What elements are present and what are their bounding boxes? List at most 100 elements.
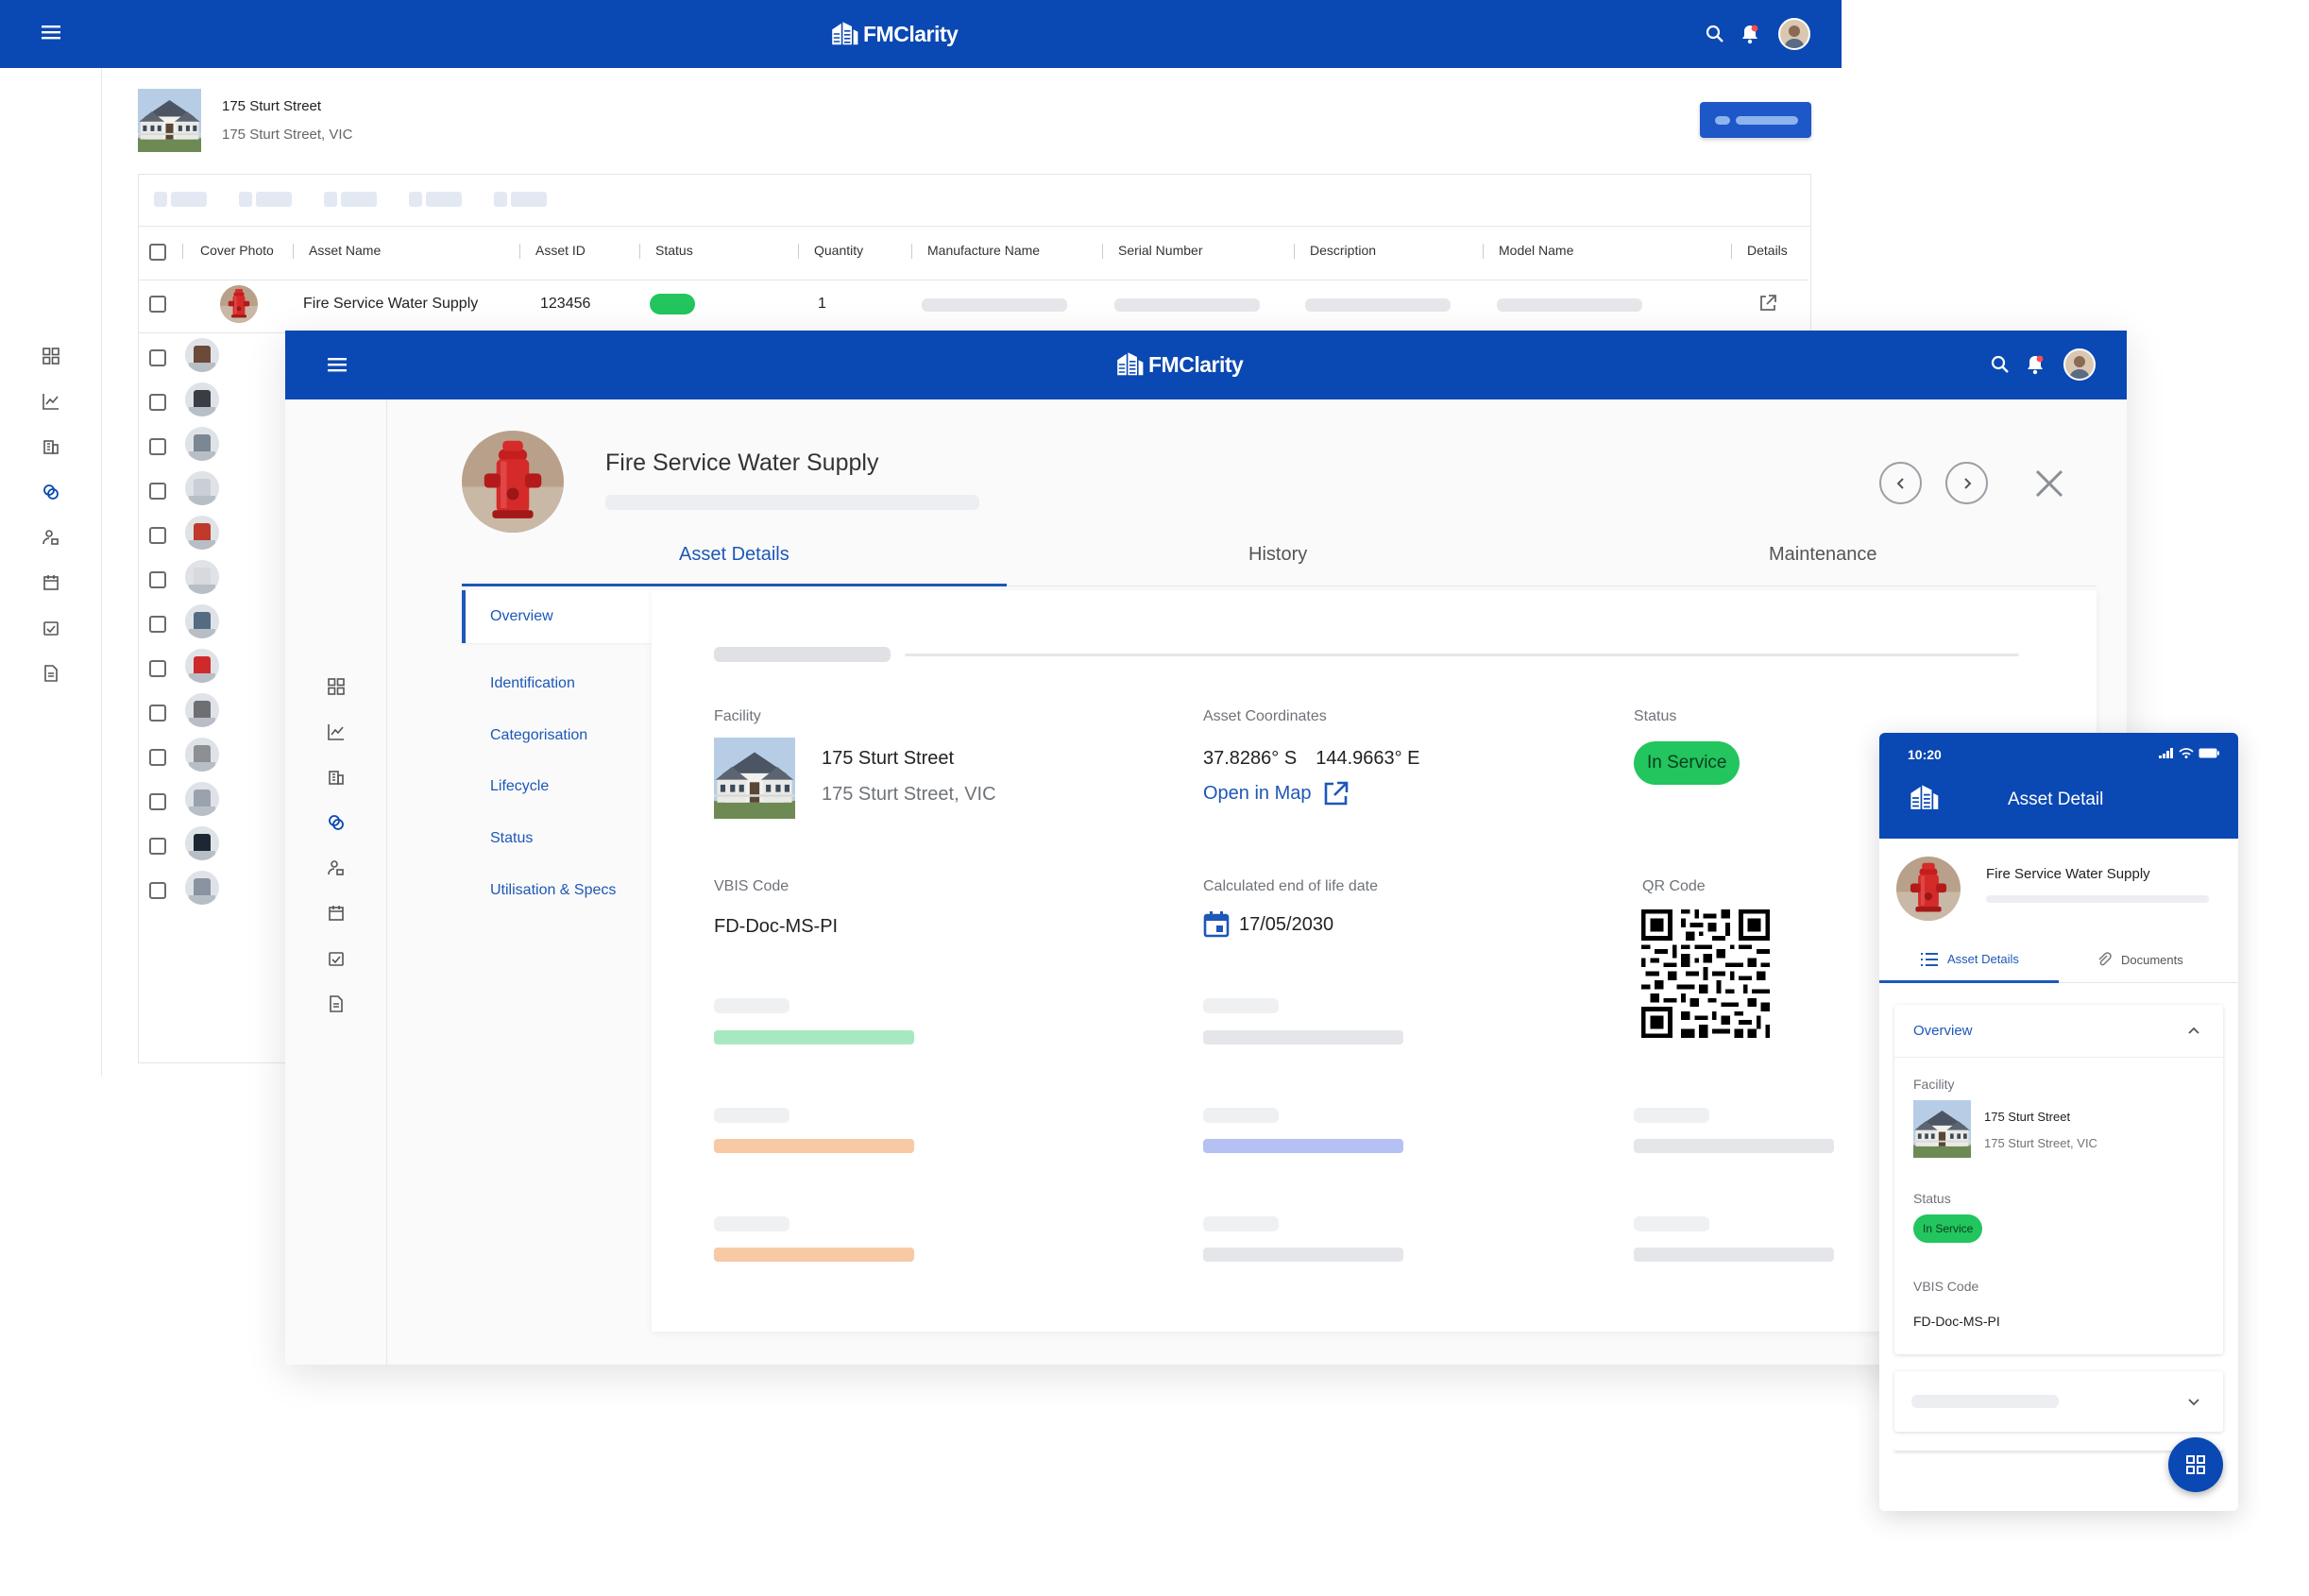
row-checkbox[interactable]	[149, 882, 166, 899]
side-nav-identification[interactable]: Identification	[490, 675, 575, 692]
assets-icon[interactable]	[326, 812, 347, 833]
search-icon[interactable]	[1706, 25, 1724, 43]
avatar[interactable]	[2063, 348, 2096, 381]
bell-icon[interactable]	[2026, 354, 2045, 375]
column-header[interactable]: Description	[1310, 243, 1376, 258]
dashboard-icon[interactable]	[41, 346, 61, 366]
asset-thumbnail[interactable]	[220, 285, 258, 323]
tab-documents[interactable]: Documents	[2097, 952, 2183, 967]
previous-asset-button[interactable]	[1879, 462, 1922, 504]
row-checkbox[interactable]	[149, 438, 166, 455]
asset-thumbnail[interactable]	[185, 471, 219, 505]
calendar-icon[interactable]	[326, 903, 347, 924]
column-header[interactable]: Model Name	[1499, 243, 1573, 258]
asset-name-cell[interactable]: Fire Service Water Supply	[303, 296, 478, 313]
column-header[interactable]: Status	[655, 243, 693, 258]
close-icon[interactable]	[2034, 468, 2064, 499]
column-header[interactable]: Asset ID	[535, 243, 586, 258]
row-checkbox[interactable]	[149, 349, 166, 366]
facility-photo[interactable]	[1913, 1100, 1971, 1158]
tab-asset-details[interactable]: Asset Details	[1921, 952, 2019, 966]
search-icon[interactable]	[1991, 355, 2010, 374]
checklist-icon[interactable]	[41, 618, 61, 638]
column-header[interactable]: Asset Name	[309, 243, 381, 258]
asset-thumbnail[interactable]	[185, 427, 219, 461]
dashboard-icon[interactable]	[326, 676, 347, 697]
avatar[interactable]	[1778, 18, 1810, 50]
tab-history[interactable]: History	[1248, 544, 1307, 566]
select-all-checkbox[interactable]	[149, 244, 166, 261]
next-asset-button[interactable]	[1945, 462, 1988, 504]
side-nav-lifecycle[interactable]: Lifecycle	[490, 778, 549, 795]
side-nav-overview[interactable]: Overview	[462, 590, 652, 643]
document-icon[interactable]	[41, 663, 61, 684]
row-checkbox[interactable]	[149, 527, 166, 544]
building-icon[interactable]	[41, 436, 61, 457]
asset-thumbnail[interactable]	[185, 560, 219, 594]
filter-chip[interactable]	[409, 192, 462, 207]
filter-chip[interactable]	[494, 192, 547, 207]
building-icon[interactable]	[326, 767, 347, 788]
asset-thumbnail[interactable]	[185, 871, 219, 905]
status-badge-text: In Service	[1647, 753, 1727, 773]
assets-icon[interactable]	[41, 482, 61, 502]
primary-action-button[interactable]	[1700, 102, 1811, 138]
chart-icon[interactable]	[41, 391, 61, 412]
asset-thumbnail[interactable]	[185, 782, 219, 816]
asset-thumbnail[interactable]	[185, 649, 219, 683]
column-header[interactable]: Details	[1747, 243, 1788, 258]
checklist-icon[interactable]	[326, 948, 347, 969]
collapsed-section[interactable]	[1894, 1371, 2223, 1432]
document-icon[interactable]	[326, 993, 347, 1014]
asset-thumbnail[interactable]	[185, 693, 219, 727]
row-checkbox[interactable]	[149, 705, 166, 722]
side-nav-utilisation-specs[interactable]: Utilisation & Specs	[490, 882, 616, 899]
filter-chip[interactable]	[239, 192, 292, 207]
chart-icon[interactable]	[326, 722, 347, 742]
people-icon[interactable]	[326, 857, 347, 878]
filter-chip[interactable]	[154, 192, 207, 207]
external-link-icon[interactable]	[1758, 294, 1777, 313]
row-checkbox[interactable]	[149, 571, 166, 588]
asset-title: Fire Service Water Supply	[1986, 866, 2150, 882]
bell-icon[interactable]	[1740, 24, 1759, 44]
qr-code[interactable]	[1641, 909, 1770, 1038]
coordinates-label: Asset Coordinates	[1203, 708, 1327, 724]
asset-thumbnail[interactable]	[185, 738, 219, 772]
asset-thumbnail[interactable]	[185, 826, 219, 860]
people-icon[interactable]	[41, 527, 61, 548]
open-in-map-link[interactable]: Open in Map	[1203, 780, 1350, 806]
grid-fab-button[interactable]	[2168, 1437, 2223, 1492]
side-nav-categorisation[interactable]: Categorisation	[490, 727, 587, 744]
row-checkbox[interactable]	[149, 793, 166, 810]
asset-thumbnail[interactable]	[185, 516, 219, 550]
tab-asset-details[interactable]: Asset Details	[679, 544, 789, 566]
asset-thumbnail[interactable]	[185, 604, 219, 638]
tab-maintenance[interactable]: Maintenance	[1769, 544, 1877, 566]
asset-thumbnail[interactable]	[185, 382, 219, 416]
row-checkbox[interactable]	[149, 660, 166, 677]
section-title[interactable]: Overview	[1913, 1023, 1973, 1039]
row-checkbox[interactable]	[149, 296, 166, 313]
chevron-up-icon[interactable]	[2187, 1026, 2200, 1035]
facility-name[interactable]: 175 Sturt Street	[822, 748, 954, 770]
column-header[interactable]: Cover Photo	[200, 243, 274, 258]
row-checkbox[interactable]	[149, 394, 166, 411]
column-header[interactable]: Quantity	[814, 243, 863, 258]
row-checkbox[interactable]	[149, 616, 166, 633]
row-checkbox[interactable]	[149, 483, 166, 500]
asset-thumbnail[interactable]	[185, 338, 219, 372]
calendar-icon[interactable]	[41, 572, 61, 593]
menu-icon[interactable]	[42, 25, 60, 40]
filter-chip[interactable]	[324, 192, 377, 207]
row-checkbox[interactable]	[149, 838, 166, 855]
column-header[interactable]: Serial Number	[1118, 243, 1202, 258]
chevron-down-icon[interactable]	[2187, 1398, 2200, 1407]
mobile-header: 10:20 Asset Detail	[1879, 733, 2238, 839]
row-checkbox[interactable]	[149, 749, 166, 766]
facility-name[interactable]: 175 Sturt Street	[1984, 1110, 2070, 1124]
menu-icon[interactable]	[328, 357, 347, 372]
side-nav-status[interactable]: Status	[490, 830, 533, 847]
column-header[interactable]: Manufacture Name	[927, 243, 1040, 258]
facility-photo[interactable]	[714, 738, 795, 819]
